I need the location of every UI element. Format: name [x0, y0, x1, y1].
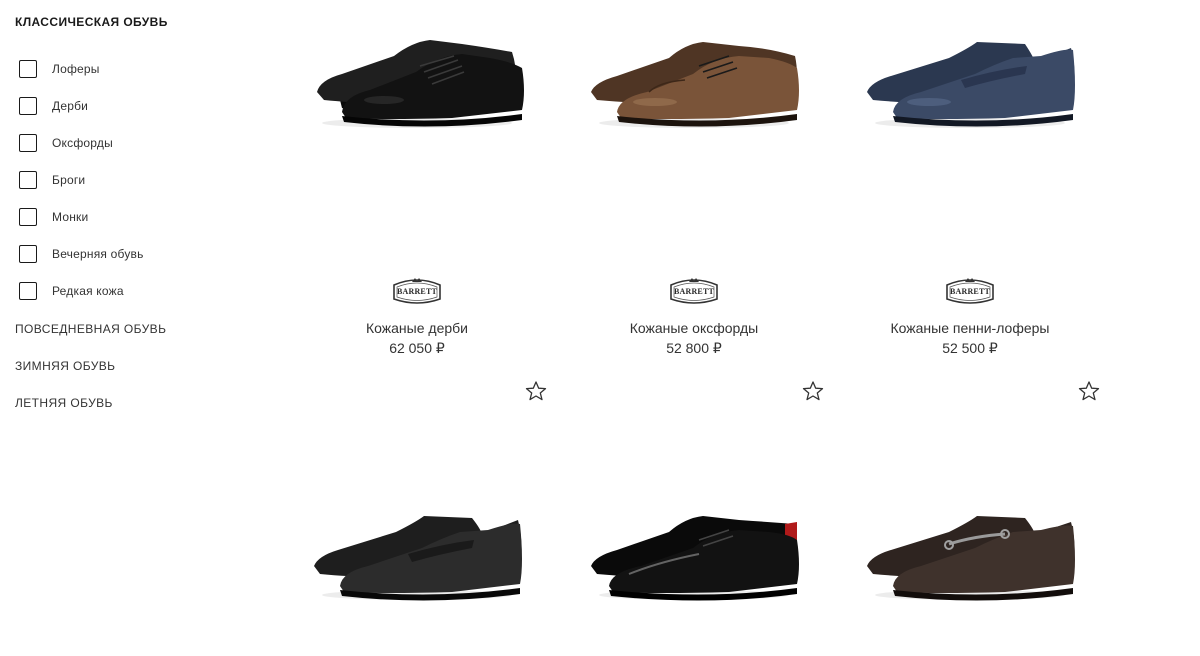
star-outline-icon [802, 381, 824, 401]
filter-derby[interactable]: Дерби [19, 87, 144, 124]
product-name[interactable]: Кожаные дерби [312, 320, 522, 336]
filter-exotic-leather[interactable]: Редкая кожа [19, 272, 144, 309]
filter-brogues[interactable]: Броги [19, 161, 144, 198]
favorite-button[interactable] [1078, 380, 1100, 402]
product-image[interactable] [865, 470, 1125, 610]
category-casual-shoes[interactable]: ПОВСЕДНЕВНАЯ ОБУВЬ [15, 322, 166, 359]
product-price: 52 500 ₽ [942, 340, 998, 356]
filter-label[interactable]: Вечерняя обувь [52, 247, 144, 261]
navy-penny-loafer-icon [867, 42, 1075, 128]
filter-label[interactable]: Редкая кожа [52, 284, 124, 298]
brand-name: BARRETT [949, 287, 991, 296]
product-name[interactable]: Кожаные пенни-лоферы [865, 320, 1075, 336]
filter-label[interactable]: Броги [52, 173, 85, 187]
checkbox-icon[interactable] [19, 244, 37, 263]
black-derby-shoe-icon [317, 40, 524, 128]
category-summer-shoes[interactable]: ЛЕТНЯЯ ОБУВЬ [15, 396, 166, 433]
favorite-button[interactable] [802, 380, 824, 402]
brown-oxford-shoe-icon [591, 42, 799, 128]
product-image[interactable] [312, 0, 572, 140]
product-price: 62 050 ₽ [389, 340, 445, 356]
brand-logo[interactable]: BARRETT [390, 276, 444, 306]
filter-evening-shoes[interactable]: Вечерняя обувь [19, 235, 144, 272]
checkbox-icon[interactable] [19, 281, 37, 300]
category-winter-shoes[interactable]: ЗИМНЯЯ ОБУВЬ [15, 359, 166, 396]
checkbox-icon[interactable] [19, 133, 37, 152]
filter-loafers[interactable]: Лоферы [19, 50, 144, 87]
brand-logo[interactable]: BARRETT [667, 276, 721, 306]
checkbox-icon[interactable] [19, 96, 37, 115]
favorite-button[interactable] [525, 380, 547, 402]
brown-horsebit-loafer-icon [867, 516, 1075, 601]
product-image[interactable] [589, 470, 849, 610]
brand-logo[interactable]: BARRETT [943, 276, 997, 306]
brand-name: BARRETT [396, 287, 438, 296]
product-image[interactable] [865, 0, 1125, 140]
filter-oxfords[interactable]: Оксфорды [19, 124, 144, 161]
filter-label[interactable]: Лоферы [52, 62, 100, 76]
brand-name: BARRETT [673, 287, 715, 296]
filter-label[interactable]: Дерби [52, 99, 88, 113]
black-penny-loafer-icon [314, 516, 522, 601]
product-image[interactable] [589, 0, 849, 140]
product-price: 52 800 ₽ [666, 340, 722, 356]
star-outline-icon [1078, 381, 1100, 401]
product-image[interactable] [312, 470, 572, 610]
product-name[interactable]: Кожаные оксфорды [589, 320, 799, 336]
filter-label[interactable]: Монки [52, 210, 88, 224]
checkbox-icon[interactable] [19, 207, 37, 226]
checkbox-icon[interactable] [19, 170, 37, 189]
patent-oxford-shoe-icon [591, 516, 799, 601]
filter-monks[interactable]: Монки [19, 198, 144, 235]
category-title[interactable]: КЛАССИЧЕСКАЯ ОБУВЬ [15, 15, 168, 29]
star-outline-icon [525, 381, 547, 401]
checkbox-icon[interactable] [19, 59, 37, 78]
filter-label[interactable]: Оксфорды [52, 136, 113, 150]
filter-list: Лоферы Дерби Оксфорды Броги Монки Вечерн… [19, 50, 144, 309]
other-categories: ПОВСЕДНЕВНАЯ ОБУВЬ ЗИМНЯЯ ОБУВЬ ЛЕТНЯЯ О… [15, 322, 166, 433]
